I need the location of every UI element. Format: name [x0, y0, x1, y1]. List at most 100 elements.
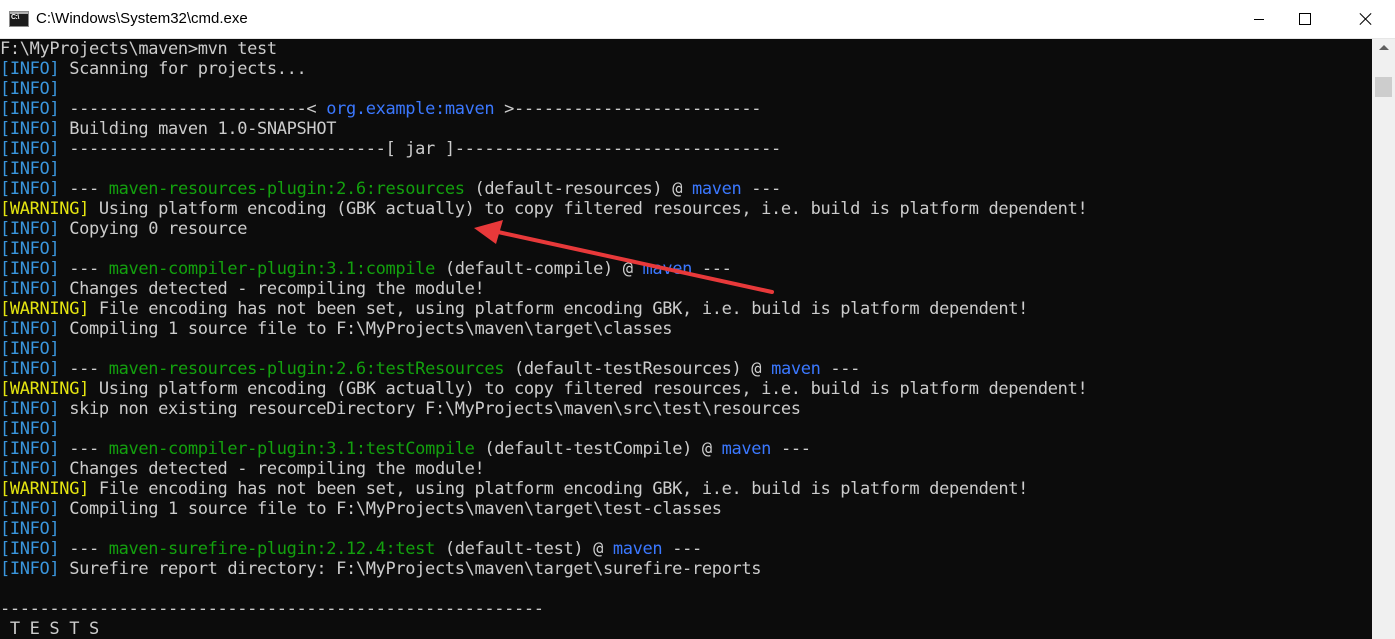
console-text: Building maven 1.0-SNAPSHOT: [59, 119, 337, 139]
console-line: [WARNING] File encoding has not been set…: [0, 299, 1087, 319]
console-line: [WARNING] Using platform encoding (GBK a…: [0, 379, 1088, 399]
console-line: [INFO] Scanning for projects...: [0, 59, 1087, 79]
console-text: (default-testResources) @: [504, 359, 772, 379]
console-line: [INFO]: [0, 159, 1087, 179]
info-tag: [INFO]: [0, 159, 60, 179]
console-text: Compiling 1 source file to F:\MyProjects…: [59, 499, 722, 519]
info-tag: [INFO]: [0, 79, 60, 99]
console-line: [INFO] --- maven-resources-plugin:2.6:te…: [0, 359, 1087, 379]
console-line: [INFO] Surefire report directory: F:\MyP…: [0, 559, 1087, 579]
console-line: F:\MyProjects\maven>mvn test: [0, 39, 1087, 59]
console-text: maven: [721, 439, 772, 459]
console-text: ---: [59, 359, 109, 379]
console-text: maven-compiler-plugin:3.1:compile: [108, 259, 436, 279]
console-line: [INFO] Copying 0 resource: [0, 219, 1087, 239]
info-tag: [INFO]: [0, 519, 60, 539]
info-tag: [INFO]: [0, 359, 60, 379]
info-tag: [INFO]: [0, 119, 60, 139]
console-text: maven-resources-plugin:2.6:resources: [108, 179, 465, 199]
console-text: File encoding has not been set, using pl…: [88, 299, 1029, 319]
console-line: [INFO] --- maven-compiler-plugin:3.1:com…: [0, 259, 1087, 279]
console-line: [INFO] --- maven-compiler-plugin:3.1:tes…: [0, 439, 1087, 459]
console-text: T E S T S: [0, 619, 99, 639]
console-text: Copying 0 resource: [59, 219, 248, 239]
console-line: [INFO]: [0, 339, 1087, 359]
warning-tag: [WARNING]: [0, 479, 89, 499]
warning-tag: [WARNING]: [0, 379, 89, 399]
console-text: (default-compile) @: [434, 259, 643, 279]
console-line: [INFO]: [0, 79, 1087, 99]
scroll-up-button[interactable]: [1372, 39, 1395, 56]
info-tag: [INFO]: [0, 339, 60, 359]
console-text: maven: [612, 539, 663, 559]
console-text: maven-resources-plugin:2.6:testResources: [108, 359, 505, 379]
maximize-button[interactable]: [1282, 0, 1328, 38]
console-line: [INFO] skip non existing resourceDirecto…: [0, 399, 1087, 419]
console-line: [INFO] --------------------------------[…: [0, 139, 1087, 159]
console-text: ---: [59, 539, 109, 559]
minimize-button[interactable]: [1236, 0, 1282, 38]
cmd-app-icon[interactable]: C:\: [9, 11, 29, 27]
info-tag: [INFO]: [0, 99, 60, 119]
console-text: ------------------------<: [59, 99, 327, 119]
console-line: [INFO] Building maven 1.0-SNAPSHOT: [0, 119, 1087, 139]
scrollbar-thumb[interactable]: [1375, 77, 1392, 97]
console-line: T E S T S: [0, 619, 1087, 639]
info-tag: [INFO]: [0, 219, 60, 239]
console-text: --------------------------------[ jar ]-…: [59, 139, 781, 159]
console-line: [INFO] --- maven-resources-plugin:2.6:re…: [0, 179, 1087, 199]
info-tag: [INFO]: [0, 319, 60, 339]
warning-tag: [WARNING]: [0, 199, 89, 219]
console-line: [WARNING] Using platform encoding (GBK a…: [0, 199, 1088, 219]
console-text: maven: [771, 359, 821, 379]
close-button[interactable]: [1337, 0, 1395, 38]
console-line: [INFO] Compiling 1 source file to F:\MyP…: [0, 499, 1087, 519]
console-line: [INFO] Compiling 1 source file to F:\MyP…: [0, 319, 1087, 339]
info-tag: [INFO]: [0, 399, 60, 419]
console-line: [INFO] --- maven-surefire-plugin:2.12.4:…: [0, 539, 1087, 559]
info-tag: [INFO]: [0, 459, 60, 479]
console-text: ---: [771, 439, 811, 459]
console-text: maven-compiler-plugin:3.1:testCompile: [108, 439, 475, 459]
console-text: (default-resources) @: [464, 179, 692, 199]
console-output[interactable]: F:\MyProjects\maven>mvn test [INFO] Scann…: [0, 39, 1372, 639]
console-line: [INFO] ------------------------< org.exa…: [0, 99, 1087, 119]
console-line: ----------------------------------------…: [0, 599, 1087, 619]
console-text: ---: [662, 539, 702, 559]
console-text: Surefire report directory: F:\MyProjects…: [59, 559, 762, 579]
console-text: ---: [59, 259, 109, 279]
console-text: Compiling 1 source file to F:\MyProjects…: [59, 319, 673, 339]
maximize-icon: [1299, 13, 1311, 25]
info-tag: [INFO]: [0, 439, 60, 459]
info-tag: [INFO]: [0, 279, 60, 299]
console-text: ---: [741, 179, 781, 199]
console-text: org.example:maven: [326, 99, 495, 119]
console-text: maven-surefire-plugin:2.12.4:test: [108, 539, 436, 559]
cmd-window: C:\ C:\Windows\System32\cmd.exe F:\MyPro…: [0, 0, 1395, 639]
console-text: (default-test) @: [434, 539, 613, 559]
warning-tag: [WARNING]: [0, 299, 89, 319]
console-text: F:\MyProjects\maven>mvn test: [0, 39, 277, 59]
vertical-scrollbar[interactable]: [1372, 39, 1395, 639]
console-text: skip non existing resourceDirectory F:\M…: [59, 399, 801, 419]
console-text: ---: [59, 179, 109, 199]
console-text: ---: [820, 359, 861, 379]
console-lines: F:\MyProjects\maven>mvn test [INFO] Scann…: [0, 39, 1088, 639]
console-line: [INFO] Changes detected - recompiling th…: [0, 459, 1087, 479]
info-tag: [INFO]: [0, 139, 60, 159]
console-text: Scanning for projects...: [59, 59, 307, 79]
console-line: [INFO]: [0, 239, 1087, 259]
console-line: [INFO]: [0, 519, 1087, 539]
scroll-up-arrow-icon: [1378, 45, 1389, 50]
console-text: Changes detected - recompiling the modul…: [59, 279, 485, 299]
console-line: [INFO] Changes detected - recompiling th…: [0, 279, 1087, 299]
console-text: maven: [691, 179, 742, 199]
console-text: Using platform encoding (GBK actually) t…: [88, 379, 1088, 399]
console-text: maven: [642, 259, 693, 279]
console-text: (default-testCompile) @: [474, 439, 722, 459]
console-line: [INFO]: [0, 419, 1087, 439]
info-tag: [INFO]: [0, 559, 60, 579]
title-bar[interactable]: C:\ C:\Windows\System32\cmd.exe: [0, 0, 1395, 39]
window-title: C:\Windows\System32\cmd.exe: [36, 10, 248, 27]
